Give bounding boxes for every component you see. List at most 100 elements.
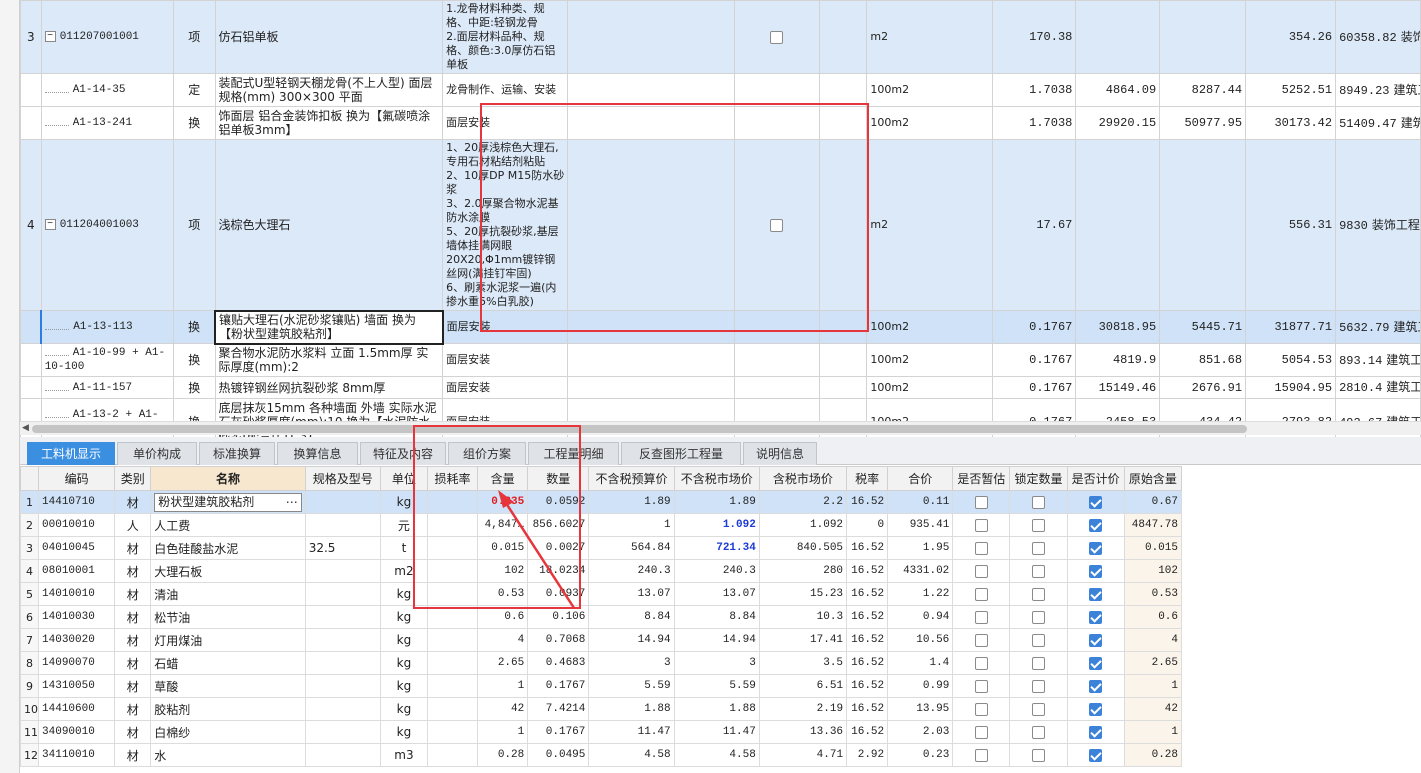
material-est-cell[interactable] (952, 605, 1011, 629)
material-loss-rate[interactable] (426, 559, 479, 583)
price-checkbox[interactable] (1089, 657, 1103, 670)
material-loss-rate[interactable] (426, 651, 479, 675)
material-spec[interactable] (304, 628, 381, 652)
material-code[interactable]: 34110010 (38, 743, 116, 767)
lock-checkbox[interactable] (1032, 657, 1045, 670)
item-checkbox[interactable] (770, 31, 784, 44)
material-name[interactable]: 胶粘剂 (150, 697, 306, 721)
material-est-cell[interactable] (952, 674, 1011, 698)
material-budget-price[interactable]: 1.88 (588, 697, 675, 721)
bill-row[interactable]: A1-10-99 + A1-10-100 换聚合物水泥防水浆料 立面 1.5mm厚… (20, 343, 1421, 377)
material-name[interactable]: 水 (150, 743, 306, 767)
material-name[interactable]: 白色硅酸盐水泥 (150, 536, 306, 560)
scrollbar-thumb[interactable] (32, 425, 1247, 433)
lock-checkbox[interactable] (1032, 634, 1045, 647)
tab-3[interactable]: 标准换算 (199, 442, 275, 465)
material-code[interactable]: 14310050 (38, 674, 116, 698)
material-quantity[interactable]: 7.4214 (527, 697, 590, 721)
material-market-price[interactable]: 13.07 (673, 582, 760, 606)
material-tax-rate[interactable]: 16.52 (846, 628, 889, 652)
material-market-price[interactable]: 14.94 (673, 628, 760, 652)
material-code[interactable]: 08010001 (38, 559, 116, 583)
material-est-cell[interactable] (952, 513, 1011, 537)
tab-9[interactable]: 说明信息 (743, 442, 817, 465)
material-est-cell[interactable] (952, 697, 1011, 721)
price-checkbox[interactable] (1089, 588, 1103, 601)
item-checkbox[interactable] (770, 219, 784, 232)
tab-4[interactable]: 换算信息 (277, 442, 358, 465)
material-taxed-price[interactable]: 15.23 (758, 582, 848, 606)
material-budget-price[interactable]: 564.84 (588, 536, 675, 560)
material-est-cell[interactable] (952, 536, 1011, 560)
material-content[interactable]: 0.6 (477, 605, 529, 629)
price-checkbox[interactable] (1089, 726, 1103, 739)
material-row[interactable]: 11 34090010 材白棉纱 kg 1 0.1767 11.47 11.47 13.36 16… (19, 720, 1183, 744)
material-taxed-price[interactable]: 2.2 (758, 490, 848, 514)
material-market-price[interactable]: 240.3 (673, 559, 760, 583)
material-spec[interactable] (304, 674, 381, 698)
material-code[interactable]: 14410600 (38, 697, 116, 721)
material-quantity[interactable]: 0.1767 (527, 674, 590, 698)
lock-checkbox[interactable] (1032, 749, 1045, 762)
bill-row[interactable]: A1-13-241 换饰面层 铝合金装饰扣板 换为【氟碳喷涂铝单板3mm】 面层安装… (20, 106, 1421, 140)
material-spec[interactable]: 32.5 (304, 536, 381, 560)
material-taxed-price[interactable]: 4.71 (758, 743, 848, 767)
material-spec[interactable] (304, 743, 381, 767)
material-row[interactable]: 9 14310050 材草酸 kg 1 0.1767 5.59 5.59 6.51 16.52 0.… (19, 674, 1183, 698)
material-name[interactable]: 灯用煤油 (150, 628, 306, 652)
column-header[interactable]: 名称 (150, 466, 306, 491)
bill-row[interactable]: A1-14-35 定装配式U型轻钢天棚龙骨(不上人型) 面层规格(mm) 300×… (20, 73, 1421, 107)
lock-checkbox[interactable] (1032, 680, 1045, 693)
material-row[interactable]: 1 14410710 材粉状型建筑胶粘剂 ⋯ kg 0.335 0.0592 1.89 1.89… (19, 490, 1183, 514)
material-market-price[interactable]: 721.34 (673, 536, 760, 560)
material-budget-price[interactable]: 240.3 (588, 559, 675, 583)
material-content[interactable]: 0.015 (477, 536, 529, 560)
material-code[interactable]: 14410710 (38, 490, 116, 514)
material-content[interactable]: 102 (477, 559, 529, 583)
material-taxed-price[interactable]: 840.505 (758, 536, 848, 560)
column-header[interactable]: 类别 (114, 466, 152, 491)
material-budget-price[interactable]: 1.89 (588, 490, 675, 514)
price-checkbox[interactable] (1089, 542, 1103, 555)
column-header[interactable]: 是否暂估 (952, 466, 1011, 491)
material-spec[interactable] (304, 720, 381, 744)
material-name[interactable]: 石蜡 (150, 651, 306, 675)
material-lock-cell[interactable] (1009, 720, 1068, 744)
price-checkbox[interactable] (1089, 749, 1103, 762)
material-content[interactable]: 4 (477, 628, 529, 652)
material-name[interactable]: 人工费 (150, 513, 306, 537)
material-row[interactable]: 8 14090070 材石蜡 kg 2.65 0.4683 3 3 3.5 16.52 1.4 2.6… (19, 651, 1183, 675)
material-lock-cell[interactable] (1009, 628, 1068, 652)
material-name-editor[interactable]: 粉状型建筑胶粘剂 ⋯ (154, 492, 302, 512)
material-quantity[interactable]: 0.0592 (527, 490, 590, 514)
item-name[interactable]: 饰面层 铝合金装饰扣板 换为【氟碳喷涂铝单板3mm】 (214, 106, 444, 140)
est-checkbox[interactable] (974, 542, 988, 555)
material-quantity[interactable]: 0.0495 (527, 743, 590, 767)
material-est-cell[interactable] (952, 720, 1011, 744)
material-row[interactable]: 12 34110010 材水 m3 0.28 0.0495 4.58 4.58 4.71 2.92… (19, 743, 1183, 767)
material-budget-price[interactable]: 4.58 (588, 743, 675, 767)
material-budget-price[interactable]: 11.47 (588, 720, 675, 744)
material-taxed-price[interactable]: 280 (758, 559, 848, 583)
material-est-cell[interactable] (952, 582, 1011, 606)
lock-checkbox[interactable] (1032, 496, 1045, 509)
item-checkbox-cell[interactable] (733, 0, 820, 74)
price-checkbox[interactable] (1089, 634, 1103, 647)
material-tax-rate[interactable]: 16.52 (846, 582, 889, 606)
est-checkbox[interactable] (974, 565, 988, 578)
material-price-cell[interactable] (1066, 651, 1125, 675)
price-checkbox[interactable] (1089, 496, 1103, 509)
column-header[interactable]: 规格及型号 (304, 466, 381, 491)
est-checkbox[interactable] (974, 519, 988, 532)
material-taxed-price[interactable]: 10.3 (758, 605, 848, 629)
material-market-price[interactable]: 5.59 (673, 674, 760, 698)
material-code[interactable]: 04010045 (38, 536, 116, 560)
column-header[interactable]: 原始含量 (1123, 466, 1183, 491)
item-code-cell[interactable]: A1-13-113 (40, 310, 175, 344)
material-lock-cell[interactable] (1009, 490, 1068, 514)
column-header[interactable]: 数量 (527, 466, 590, 491)
material-content[interactable]: 0.28 (477, 743, 529, 767)
material-row[interactable]: 10 14410600 材胶粘剂 kg 42 7.4214 1.88 1.88 2.19 16.5… (19, 697, 1183, 721)
material-quantity[interactable]: 0.7068 (527, 628, 590, 652)
material-taxed-price[interactable]: 17.41 (758, 628, 848, 652)
